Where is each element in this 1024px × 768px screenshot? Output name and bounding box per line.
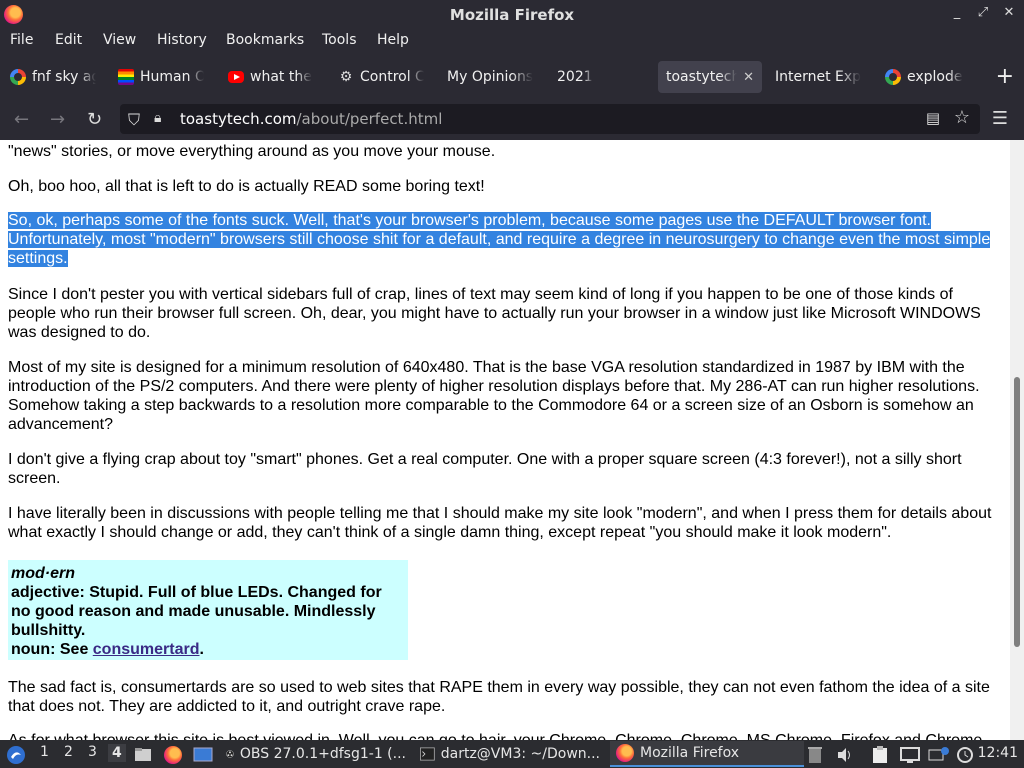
paragraph: I don't give a flying crap about toy "sm… (8, 451, 962, 487)
file-manager-icon[interactable] (134, 744, 152, 766)
taskbar-window-label: dartz@VM3: ~/Down... (440, 746, 600, 762)
tab-label: Control C (360, 69, 424, 85)
hamburger-menu-icon[interactable]: ☰ (992, 108, 1008, 129)
volume-icon[interactable] (836, 744, 854, 766)
tab-label: fnf sky ag (32, 69, 96, 85)
lock-icon[interactable]: 🔒︎ (154, 110, 161, 126)
tab-label: 2021 (557, 69, 593, 85)
reader-view-icon[interactable]: ▤ (926, 109, 940, 127)
paragraph: Oh, boo hoo, all that is left to do is a… (8, 178, 485, 195)
menu-help[interactable]: Help (377, 32, 409, 48)
desktop-icon[interactable] (193, 744, 213, 766)
maximize-button[interactable]: ⤢ (976, 5, 990, 20)
app-menu-icon[interactable] (6, 744, 26, 766)
menu-bar: File Edit View History Bookmarks Tools H… (0, 29, 1024, 54)
title-bar: Mozilla Firefox _ ⤢ ✕ (0, 0, 1024, 29)
tab-bar: fnf sky ag Human O what the ⚙ Control C … (0, 54, 1024, 100)
tab-label: My Opinions (447, 69, 533, 85)
firefox-launcher-icon[interactable] (164, 744, 182, 766)
definition-adjective: adjective: Stupid. Full of blue LEDs. Ch… (11, 584, 382, 639)
tab[interactable]: fnf sky ag (2, 61, 104, 93)
back-button[interactable]: ← (14, 109, 29, 130)
workspace-1[interactable]: 1 (40, 744, 49, 760)
paragraph: As for what browser this site is best vi… (8, 731, 1003, 740)
definition-noun: noun: See consumertard. (11, 641, 204, 658)
taskbar-window-obs[interactable]: OBS 27.0.1+dfsg1-1 (... (220, 741, 412, 767)
close-button[interactable]: ✕ (1002, 5, 1016, 20)
tab[interactable]: what the (220, 61, 322, 93)
youtube-icon (228, 71, 244, 83)
menu-bookmarks[interactable]: Bookmarks (226, 32, 304, 48)
tab[interactable]: 2021 (549, 61, 651, 93)
display-icon[interactable] (900, 744, 920, 766)
menu-edit[interactable]: Edit (55, 32, 82, 48)
clock[interactable]: 12:41 (978, 745, 1018, 761)
network-icon[interactable] (928, 744, 950, 766)
scrollbar[interactable] (1010, 140, 1024, 740)
tab[interactable]: ⚙ Control C (330, 61, 432, 93)
reload-button[interactable]: ↻ (87, 109, 102, 130)
definition-box: mod·ern adjective: Stupid. Full of blue … (8, 560, 408, 660)
update-icon[interactable] (956, 744, 974, 766)
consumertard-link[interactable]: consumertard (93, 641, 200, 658)
rainbow-icon (118, 69, 134, 85)
menu-view[interactable]: View (103, 32, 136, 48)
scrollbar-thumb[interactable] (1014, 377, 1020, 647)
url-bar[interactable]: ⛉ 🔒︎ toastytech.com/about/perfect.html ▤… (120, 104, 980, 134)
google-icon (10, 69, 26, 85)
taskbar-window-label: Mozilla Firefox (640, 745, 740, 761)
taskbar-window-label: OBS 27.0.1+dfsg1-1 (... (239, 746, 406, 762)
trash-icon[interactable] (808, 744, 822, 766)
url-text[interactable]: toastytech.com/about/perfect.html (180, 110, 442, 128)
clipboard-icon[interactable] (872, 744, 888, 766)
tab-label: what the (250, 69, 312, 85)
tab[interactable]: Internet Expl (767, 61, 869, 93)
window-title: Mozilla Firefox (449, 6, 575, 24)
menu-file[interactable]: File (10, 32, 33, 48)
tab-label: Human O (140, 69, 204, 85)
selected-paragraph: So, ok, perhaps some of the fonts suck. … (8, 212, 991, 267)
paragraph: I have literally been in discussions wit… (8, 505, 992, 541)
shield-icon[interactable]: ⛉ (128, 110, 140, 130)
tab-label: Internet Expl (775, 69, 861, 85)
paragraph: Most of my site is designed for a minimu… (8, 359, 980, 433)
nav-bar: ← → ↻ ⛉ 🔒︎ toastytech.com/about/perfect.… (0, 100, 1024, 140)
google-icon (885, 69, 901, 85)
page-content: "news" stories, or move everything aroun… (0, 140, 1010, 740)
menu-tools[interactable]: Tools (322, 32, 357, 48)
tab[interactable]: My Opinions (439, 61, 541, 93)
workspace-4[interactable]: 4 (108, 744, 126, 762)
firefox-icon (616, 744, 634, 762)
definition-word: mod·ern (11, 565, 75, 582)
new-tab-button[interactable]: + (996, 66, 1014, 88)
menu-history[interactable]: History (157, 32, 207, 48)
paragraph: "news" stories, or move everything aroun… (8, 143, 496, 160)
paragraph: Since I don't pester you with vertical s… (8, 286, 981, 341)
tab[interactable]: Human O (110, 61, 212, 93)
tab-label: toastytech (666, 69, 738, 85)
tab[interactable]: explode (877, 61, 979, 93)
taskbar-window-terminal[interactable]: dartz@VM3: ~/Down... (414, 741, 606, 767)
tab-active[interactable]: toastytech ✕ (658, 61, 762, 93)
control-icon: ⚙ (339, 69, 353, 85)
paragraph: The sad fact is, consumertards are so us… (8, 679, 990, 715)
taskbar: 1 2 3 4 OBS 27.0.1+dfsg1-1 (... dartz@VM… (0, 740, 1024, 768)
taskbar-window-firefox[interactable]: Mozilla Firefox (610, 741, 804, 767)
minimize-button[interactable]: _ (950, 5, 964, 20)
tab-label: explode (907, 69, 963, 85)
tab-close-button[interactable]: ✕ (743, 70, 754, 85)
workspace-2[interactable]: 2 (64, 744, 73, 760)
forward-button[interactable]: → (50, 109, 65, 130)
bookmark-star-icon[interactable]: ☆ (954, 107, 970, 128)
workspace-3[interactable]: 3 (88, 744, 97, 760)
